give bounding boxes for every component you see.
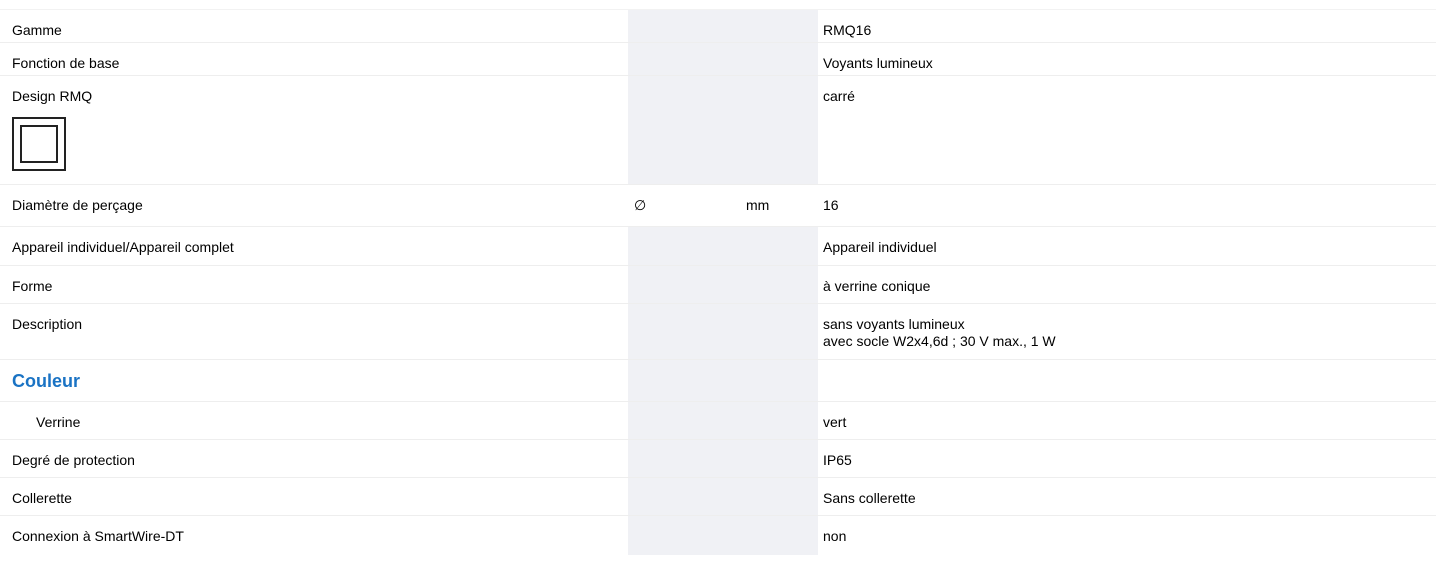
spec-unit (746, 227, 818, 265)
spec-unit (746, 43, 818, 75)
spec-symbol (628, 440, 746, 477)
spec-unit (746, 76, 818, 184)
spec-row-degre-de-protection: Degré de protection IP65 (0, 439, 1436, 477)
spec-row-diametre-de-percage: Diamètre de perçage ∅ mm 16 (0, 184, 1436, 226)
spec-unit (746, 440, 818, 477)
spec-table: Gamme RMQ16 Fonction de base Voyants lum… (0, 9, 1436, 555)
spec-row-gamme: Gamme RMQ16 (0, 9, 1436, 42)
spec-label: Description (12, 316, 83, 332)
spec-symbol (628, 10, 746, 42)
spec-value: Appareil individuel (823, 239, 937, 255)
spec-row-forme: Forme à verrine conique (0, 265, 1436, 303)
section-title: Couleur (12, 371, 81, 391)
spec-label: Collerette (12, 490, 72, 506)
spec-value-line: sans voyants lumineux (823, 316, 965, 332)
spec-unit (746, 402, 818, 439)
spec-row-description: Description sans voyants lumineux avec s… (0, 303, 1436, 359)
spec-label: Forme (12, 278, 53, 294)
spec-unit (746, 360, 818, 401)
spec-symbol (628, 227, 746, 265)
spec-row-smartwire: Connexion à SmartWire-DT non (0, 515, 1436, 555)
spec-unit (746, 516, 818, 555)
spec-row-design-rmq: Design RMQ carré (0, 75, 1436, 184)
spec-label-cell: Design RMQ (0, 76, 628, 184)
spec-label: Gamme (12, 22, 62, 38)
spec-symbol (628, 402, 746, 439)
spec-row-collerette: Collerette Sans collerette (0, 477, 1436, 515)
spec-value: Sans collerette (823, 490, 916, 506)
spec-value: carré (823, 88, 855, 104)
spec-label: Appareil individuel/Appareil complet (12, 239, 234, 255)
spec-symbol (628, 76, 746, 184)
section-row-couleur: Couleur (0, 359, 1436, 401)
spec-symbol (628, 516, 746, 555)
spec-value: RMQ16 (823, 22, 872, 38)
spec-symbol (628, 360, 746, 401)
spec-label: Diamètre de perçage (12, 197, 143, 213)
spec-unit (746, 304, 818, 359)
spec-row-fonction-de-base: Fonction de base Voyants lumineux (0, 42, 1436, 75)
square-frame-icon (12, 117, 66, 171)
spec-unit (746, 10, 818, 42)
spec-unit (746, 478, 818, 515)
spec-value-line: avec socle W2x4,6d ; 30 V max., 1 W (823, 333, 1056, 349)
spec-symbol (628, 266, 746, 303)
spec-row-verrine: Verrine vert (0, 401, 1436, 439)
spec-unit (746, 266, 818, 303)
spec-label: Fonction de base (12, 55, 120, 71)
spec-value: non (823, 528, 847, 544)
spec-label: Verrine (36, 414, 81, 430)
spec-unit: mm (746, 197, 770, 213)
spec-row-appareil: Appareil individuel/Appareil complet App… (0, 226, 1436, 265)
square-frame-icon-inner (20, 125, 58, 163)
spec-label: Design RMQ (12, 88, 93, 104)
spec-value: IP65 (823, 452, 852, 468)
spec-symbol (628, 304, 746, 359)
spec-value (818, 360, 1436, 401)
spec-value: sans voyants lumineux avec socle W2x4,6d… (818, 304, 1436, 359)
spec-value: 16 (823, 197, 839, 213)
spec-label: Connexion à SmartWire-DT (12, 528, 184, 544)
spec-value: Voyants lumineux (823, 55, 933, 71)
spec-label: Degré de protection (12, 452, 135, 468)
spec-value: à verrine conique (823, 278, 931, 294)
diameter-symbol: ∅ (634, 197, 647, 213)
spec-symbol (628, 478, 746, 515)
spec-symbol (628, 43, 746, 75)
spec-value: vert (823, 414, 847, 430)
